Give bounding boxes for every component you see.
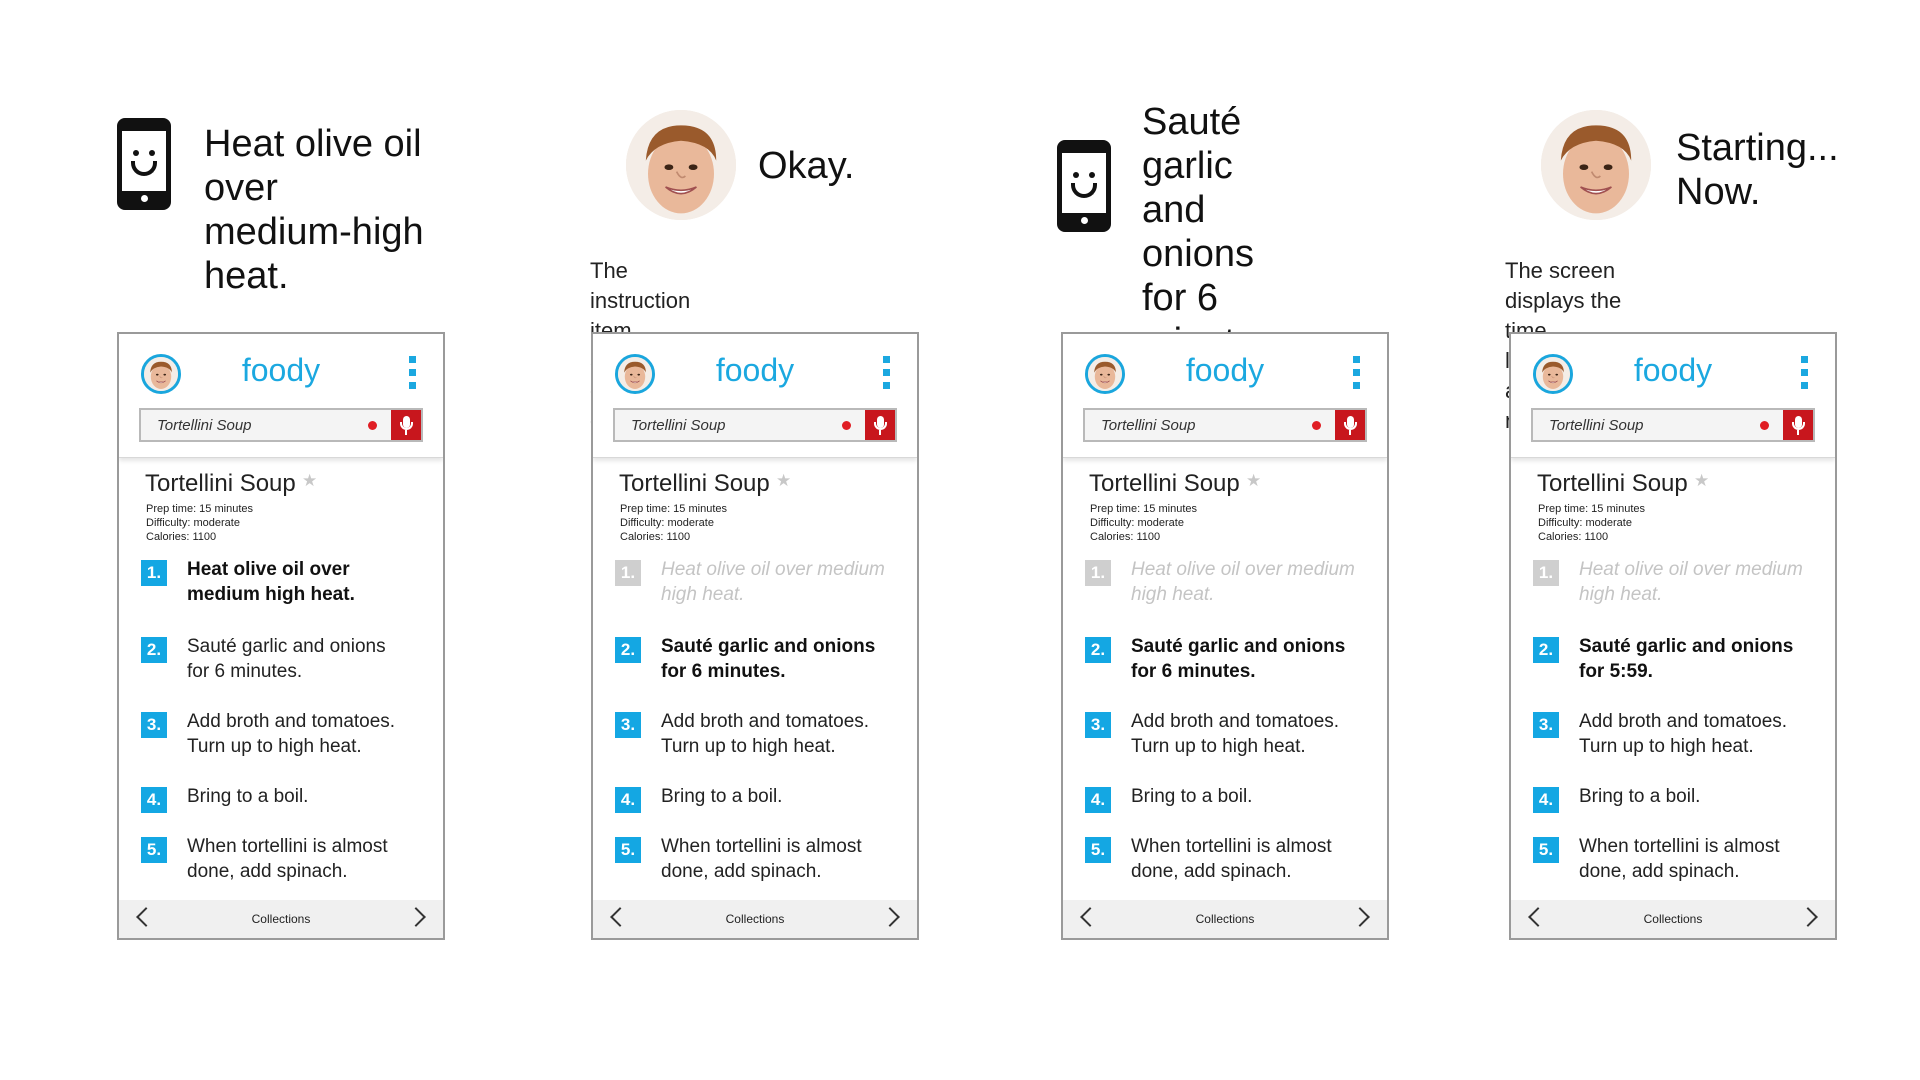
search-bar: [1083, 408, 1367, 442]
search-input[interactable]: [1085, 410, 1315, 440]
app-screen: foody Tortellini Soup ★ Prep time: 15 minut…: [1509, 332, 1837, 940]
step-number: 3.: [1533, 712, 1559, 738]
recipe-title: Tortellini Soup: [619, 470, 770, 497]
step-number: 4.: [1085, 787, 1111, 813]
difficulty: Difficulty: moderate: [1090, 517, 1184, 529]
app-header: foody: [1511, 334, 1835, 458]
step-number: 3.: [615, 712, 641, 738]
recording-indicator-icon: [1760, 421, 1769, 430]
prep-time: Prep time: 15 minutes: [1538, 503, 1645, 515]
step-text[interactable]: Sauté garlic and onions for 6 minutes.: [1131, 634, 1381, 684]
collections-link[interactable]: Collections: [1063, 912, 1387, 926]
step-number: 1.: [615, 560, 641, 586]
step-number: 1.: [1085, 560, 1111, 586]
step-text[interactable]: When tortellini is almost done, add spin…: [1131, 834, 1381, 884]
calories: Calories: 1100: [1538, 531, 1609, 543]
step-text[interactable]: When tortellini is almost done, add spin…: [1579, 834, 1829, 884]
speech-text: Okay.: [758, 145, 855, 187]
collections-link[interactable]: Collections: [593, 912, 917, 926]
more-menu-icon[interactable]: [1801, 356, 1809, 390]
step-number: 5.: [1085, 837, 1111, 863]
speech-text: Starting... Now.: [1676, 127, 1839, 213]
step-number: 4.: [1533, 787, 1559, 813]
step-number: 2.: [615, 637, 641, 663]
recipe-title: Tortellini Soup: [1537, 470, 1688, 497]
app-header: foody: [593, 334, 917, 458]
prep-time: Prep time: 15 minutes: [620, 503, 727, 515]
user-avatar: [1541, 110, 1651, 220]
difficulty: Difficulty: moderate: [620, 517, 714, 529]
recording-indicator-icon: [1312, 421, 1321, 430]
app-logo: foody: [1185, 352, 1265, 388]
favorite-star-icon[interactable]: ★: [776, 471, 791, 491]
step-text[interactable]: When tortellini is almost done, add spin…: [661, 834, 911, 884]
step-text[interactable]: Heat olive oil over medium high heat.: [1131, 557, 1381, 607]
step-number: 1.: [1533, 560, 1559, 586]
calories: Calories: 1100: [620, 531, 691, 543]
step-number: 4.: [615, 787, 641, 813]
step-text[interactable]: Sauté garlic and onions for 5:59.: [1579, 634, 1829, 684]
step-number: 3.: [1085, 712, 1111, 738]
search-input[interactable]: [615, 410, 845, 440]
step-text[interactable]: Add broth and tomatoes. Turn up to high …: [661, 709, 911, 759]
bottom-nav: Collections: [593, 900, 917, 938]
bottom-nav: Collections: [1063, 900, 1387, 938]
collections-link[interactable]: Collections: [1511, 912, 1835, 926]
step-text[interactable]: Sauté garlic and onions for 6 minutes.: [661, 634, 911, 684]
app-logo: foody: [1633, 352, 1713, 388]
storyboard-panel: Starting... Now. The screen displays the …: [0, 0, 1839, 1080]
microphone-button[interactable]: [1335, 410, 1365, 440]
microphone-button[interactable]: [865, 410, 895, 440]
difficulty: Difficulty: moderate: [1538, 517, 1632, 529]
recipe-title: Tortellini Soup: [1089, 470, 1240, 497]
more-menu-icon[interactable]: [1353, 356, 1361, 390]
app-logo: foody: [715, 352, 795, 388]
user-avatar: [626, 110, 736, 220]
calories: Calories: 1100: [1090, 531, 1161, 543]
phone-assistant-icon: [1057, 140, 1111, 232]
step-text[interactable]: Heat olive oil over medium high heat.: [1579, 557, 1829, 607]
microphone-button[interactable]: [1783, 410, 1813, 440]
step-number: 2.: [1533, 637, 1559, 663]
search-input[interactable]: [1533, 410, 1763, 440]
step-number: 2.: [1085, 637, 1111, 663]
step-text[interactable]: Add broth and tomatoes. Turn up to high …: [1579, 709, 1829, 759]
app-screen: foody Tortellini Soup ★ Prep time: 15 minut…: [591, 332, 919, 940]
bottom-nav: Collections: [1511, 900, 1835, 938]
step-number: 5.: [1533, 837, 1559, 863]
app-screen: foody Tortellini Soup ★ Prep time: 15 minut…: [1061, 332, 1389, 940]
favorite-star-icon[interactable]: ★: [1246, 471, 1261, 491]
favorite-star-icon[interactable]: ★: [1694, 471, 1709, 491]
step-text[interactable]: Bring to a boil.: [1579, 784, 1829, 809]
step-number: 5.: [615, 837, 641, 863]
step-text[interactable]: Bring to a boil.: [1131, 784, 1381, 809]
app-header: foody: [1063, 334, 1387, 458]
step-text[interactable]: Heat olive oil over medium high heat.: [661, 557, 911, 607]
more-menu-icon[interactable]: [883, 356, 891, 390]
recording-indicator-icon: [842, 421, 851, 430]
step-text[interactable]: Add broth and tomatoes. Turn up to high …: [1131, 709, 1381, 759]
search-bar: [1531, 408, 1815, 442]
step-text[interactable]: Bring to a boil.: [661, 784, 911, 809]
prep-time: Prep time: 15 minutes: [1090, 503, 1197, 515]
search-bar: [613, 408, 897, 442]
